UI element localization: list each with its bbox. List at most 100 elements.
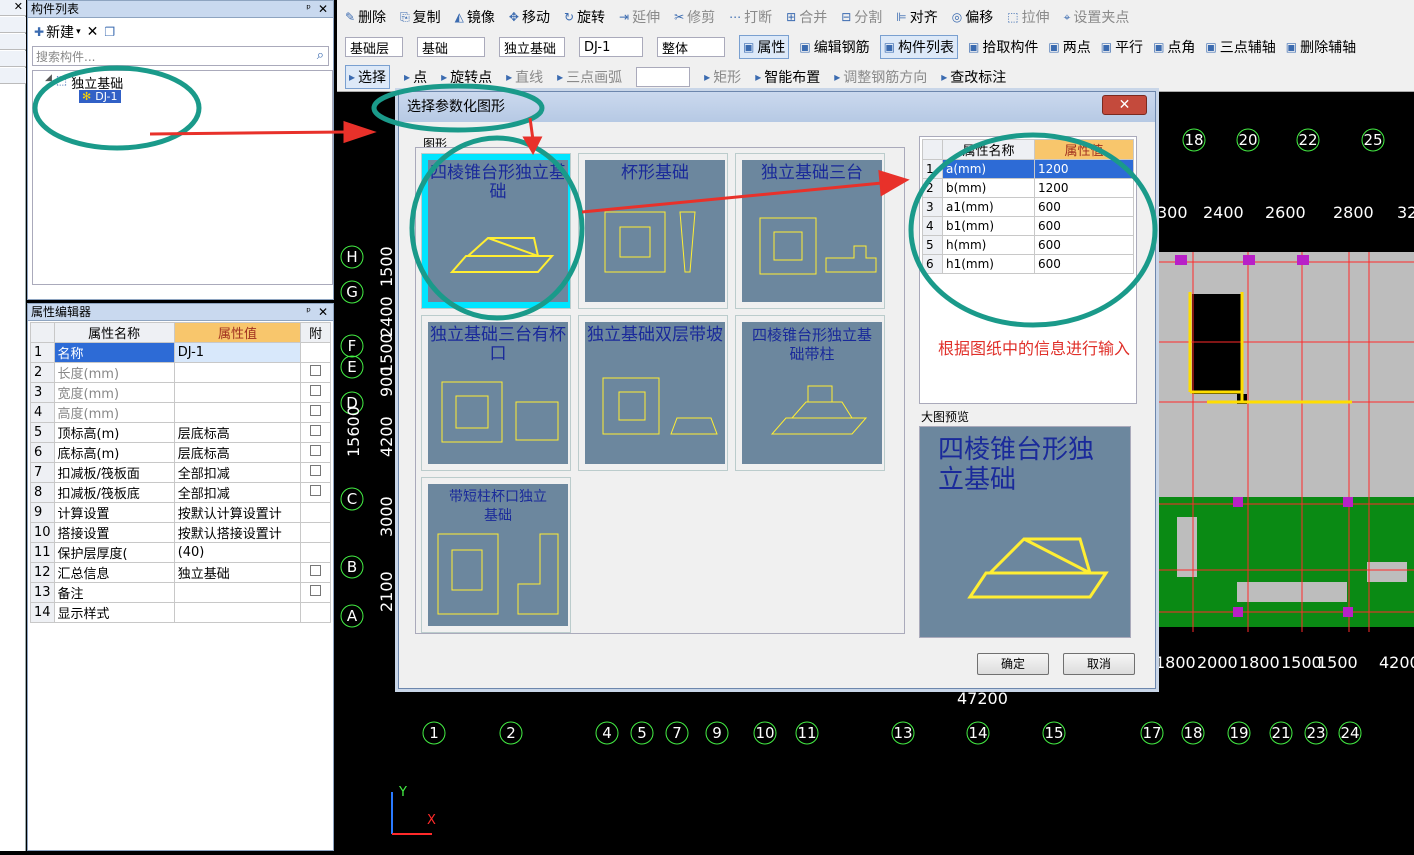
property-row[interactable]: 6 底标高(m) 层底标高 <box>30 442 331 463</box>
property-value[interactable]: 全部扣减 <box>173 462 302 483</box>
cancel-button[interactable]: 取消 <box>1063 653 1135 675</box>
new-button[interactable]: ✚ 新建 ▾ <box>34 22 81 42</box>
property-row[interactable]: 2 长度(mm) <box>30 362 331 383</box>
checkbox[interactable] <box>310 445 322 456</box>
toolbar-button[interactable]: ⎘ 复制 <box>400 7 441 27</box>
property-value[interactable]: 全部扣减 <box>173 482 302 503</box>
param-row[interactable]: 5 h(mm) 600 <box>922 235 1134 255</box>
checkbox[interactable] <box>310 425 322 436</box>
toolbar-button[interactable]: ▸ 调整钢筋方向 <box>834 67 927 87</box>
param-value[interactable]: 600 <box>1034 197 1134 217</box>
property-row[interactable]: 12 汇总信息 独立基础 <box>30 562 331 583</box>
toolbar-button[interactable]: ▸ 查改标注 <box>941 67 1006 87</box>
toolbar-button[interactable]: ⋯ 打断 <box>729 7 772 27</box>
floor-select[interactable]: 基础层 <box>345 37 403 57</box>
toolbar-button[interactable]: ▸ 智能布置 <box>755 67 820 87</box>
checkbox[interactable] <box>310 385 322 396</box>
property-value[interactable]: 按默认搭接设置计 <box>173 522 302 543</box>
type-select[interactable]: 基础 <box>417 37 485 57</box>
checkbox[interactable] <box>310 585 322 596</box>
toolbar-button[interactable]: ⇥ 延伸 <box>619 7 660 27</box>
toolbar-button[interactable]: ▣ 删除辅轴 <box>1286 35 1356 59</box>
param-row[interactable]: 4 b1(mm) 600 <box>922 216 1134 236</box>
param-value[interactable]: 600 <box>1034 216 1134 236</box>
property-value[interactable] <box>173 402 302 423</box>
close-icon[interactable]: ✕ <box>0 0 26 16</box>
toolbar-button[interactable]: ▣ 两点 <box>1048 35 1090 59</box>
close-button[interactable]: ✕ <box>1102 95 1147 115</box>
toolbar-button[interactable]: ◎ 偏移 <box>952 7 993 27</box>
property-value[interactable]: 层底标高 <box>173 442 302 463</box>
toolbar-button[interactable]: ▸ 直线 <box>506 67 543 87</box>
toolbar-button[interactable]: ⊫ 对齐 <box>896 7 937 27</box>
property-value[interactable]: (40) <box>173 542 302 563</box>
ok-button[interactable]: 确定 <box>977 653 1049 675</box>
property-value[interactable]: 按默认计算设置计 <box>173 502 302 523</box>
pin-icon[interactable]: ᵖ <box>306 304 311 320</box>
property-row[interactable]: 5 顶标高(m) 层底标高 <box>30 422 331 443</box>
property-row[interactable]: 3 宽度(mm) <box>30 382 331 403</box>
property-row[interactable]: 10 搭接设置 按默认搭接设置计 <box>30 522 331 543</box>
toolbar-button[interactable]: ▸ 矩形 <box>704 67 741 87</box>
copy-icon[interactable]: ❐ <box>104 25 115 39</box>
property-value[interactable]: DJ-1 <box>173 342 302 363</box>
close-icon[interactable]: ✕ <box>318 304 328 320</box>
arc-select[interactable] <box>636 67 691 87</box>
toolbar-button[interactable]: ▣ 三点辅轴 <box>1205 35 1275 59</box>
whole-select[interactable]: 整体 <box>657 37 725 57</box>
tile-7[interactable]: 带短柱杯口独立基础 <box>421 477 571 633</box>
property-row[interactable]: 14 显示样式 <box>30 602 331 623</box>
param-value[interactable]: 600 <box>1034 235 1134 255</box>
checkbox[interactable] <box>310 405 322 416</box>
toolbar-button[interactable]: ▣ 属性 <box>739 35 790 59</box>
toolbar-button[interactable]: ↻ 旋转 <box>564 7 605 27</box>
checkbox[interactable] <box>310 485 322 496</box>
param-value[interactable]: 600 <box>1034 254 1134 274</box>
name-select[interactable]: DJ-1 <box>579 37 643 57</box>
toolbar-button[interactable]: ✂ 修剪 <box>674 7 715 27</box>
toolbar-button[interactable]: ⌖ 设置夹点 <box>1064 7 1130 27</box>
search-icon[interactable]: ⌕ <box>317 48 324 63</box>
tile-5[interactable]: 独立基础双层带坡 <box>578 315 728 471</box>
checkbox[interactable] <box>310 465 322 476</box>
tile-6[interactable]: 四棱锥台形独立基础带柱 <box>735 315 885 471</box>
tree-item-dj1[interactable]: ✻ DJ-1 <box>79 90 121 103</box>
toolbar-button[interactable]: ▸ 旋转点 <box>441 67 492 87</box>
property-row[interactable]: 9 计算设置 按默认计算设置计 <box>30 502 331 523</box>
property-value[interactable] <box>173 382 302 403</box>
pin-icon[interactable]: ᵖ <box>306 1 311 17</box>
tile-2[interactable]: 杯形基础 <box>578 153 728 309</box>
toolbar-button[interactable]: ⊞ 合并 <box>786 7 827 27</box>
property-value[interactable] <box>173 362 302 383</box>
toolbar-button[interactable]: ▣ 点角 <box>1153 35 1195 59</box>
toolbar-button[interactable]: ▸ 选择 <box>345 65 391 89</box>
property-value[interactable]: 层底标高 <box>173 422 302 443</box>
toolbar-button[interactable]: ▣ 平行 <box>1101 35 1143 59</box>
property-value[interactable] <box>173 582 302 603</box>
toolbar-button[interactable]: ◭ 镜像 <box>455 7 495 27</box>
toolbar-button[interactable]: ▣ 编辑钢筋 <box>799 35 869 59</box>
property-value[interactable] <box>173 602 302 623</box>
property-row[interactable]: 1 名称 DJ-1 <box>30 342 331 363</box>
property-row[interactable]: 8 扣减板/筏板底 全部扣减 <box>30 482 331 503</box>
toolbar-button[interactable]: ▣ 拾取构件 <box>968 35 1038 59</box>
param-row[interactable]: 2 b(mm) 1200 <box>922 178 1134 198</box>
property-value[interactable]: 独立基础 <box>173 562 302 583</box>
param-row[interactable]: 6 h1(mm) 600 <box>922 254 1134 274</box>
param-value[interactable]: 1200 <box>1034 159 1134 179</box>
toolbar-button[interactable]: ▸ 点 <box>404 67 427 87</box>
param-row[interactable]: 3 a1(mm) 600 <box>922 197 1134 217</box>
delete-icon[interactable]: ✕ <box>87 24 99 40</box>
subtype-select[interactable]: 独立基础 <box>499 37 565 57</box>
search-input[interactable]: 搜索构件... ⌕ <box>32 46 329 66</box>
toolbar-button[interactable]: ✥ 移动 <box>509 7 550 27</box>
property-row[interactable]: 11 保护层厚度((40) <box>30 542 331 563</box>
toolbar-button[interactable]: ⬚ 拉伸 <box>1007 7 1049 27</box>
property-row[interactable]: 7 扣减板/筏板面 全部扣减 <box>30 462 331 483</box>
toolbar-button[interactable]: ▸ 三点画弧 <box>557 67 622 87</box>
tile-1[interactable]: 四棱锥台形独立基础 <box>421 153 571 309</box>
toolbar-button[interactable]: ▣ 构件列表 <box>879 35 959 59</box>
tile-4[interactable]: 独立基础三台有杯口 <box>421 315 571 471</box>
toolbar-button[interactable]: ✎ 删除 <box>345 7 386 27</box>
checkbox[interactable] <box>310 565 322 576</box>
